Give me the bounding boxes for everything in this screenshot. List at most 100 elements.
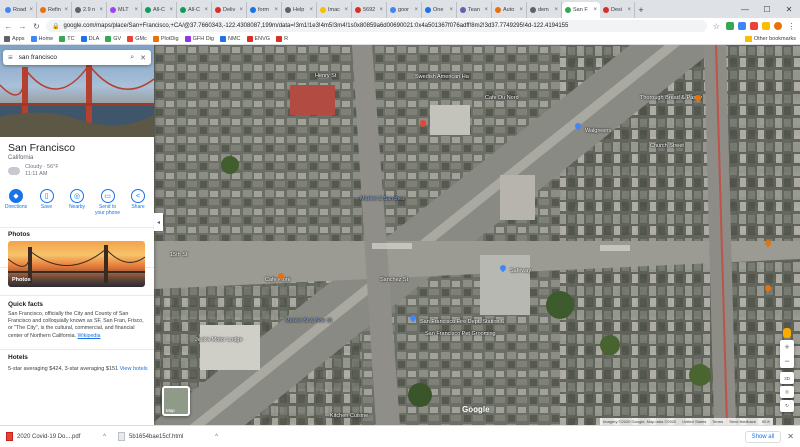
bookmark-item[interactable]: ENVG xyxy=(246,36,270,42)
browser-tab[interactable]: Tean × xyxy=(457,2,492,18)
pegman-icon[interactable] xyxy=(783,328,791,338)
extension-icon[interactable] xyxy=(750,22,758,30)
chevron-up-icon[interactable]: ^ xyxy=(215,434,218,440)
star-icon[interactable]: ☆ xyxy=(712,22,721,31)
map-label[interactable]: Cafe Du Nord xyxy=(485,95,519,101)
address-bar[interactable]: 🔒 google.com/maps/place/San+Francisco,+C… xyxy=(46,20,707,32)
bookmark-item[interactable]: GMc xyxy=(127,36,147,42)
zoom-in-button[interactable]: + xyxy=(784,342,789,352)
tab-close-icon[interactable]: × xyxy=(414,7,418,13)
tab-close-icon[interactable]: × xyxy=(484,7,488,13)
bookmark-item[interactable]: Apps xyxy=(4,36,25,42)
browser-tab[interactable]: 2.9 n × xyxy=(72,2,107,18)
action-directions-button[interactable]: ◆ Directions xyxy=(2,189,30,216)
close-icon[interactable]: ✕ xyxy=(787,432,794,441)
compass-icon[interactable]: ◎ xyxy=(780,386,794,398)
search-input[interactable]: san francisco xyxy=(19,54,125,61)
map-label[interactable]: Safeway xyxy=(510,268,531,274)
reload-icon[interactable]: ↻ xyxy=(32,22,41,31)
download-item[interactable]: 2020 Covid-19 Do....pdf ^ xyxy=(6,432,106,441)
map-label[interactable]: Market St & Noe St xyxy=(285,318,332,324)
tab-close-icon[interactable]: × xyxy=(449,7,453,13)
extension-icon[interactable] xyxy=(738,22,746,30)
map-label[interactable]: Kitchen Cuisine xyxy=(330,413,368,419)
scale-bar[interactable]: 50 ft xyxy=(762,419,770,424)
tab-close-icon[interactable]: × xyxy=(519,7,523,13)
map-label[interactable]: Jack's Motor Lodge xyxy=(195,337,243,343)
tab-close-icon[interactable]: × xyxy=(274,7,278,13)
tab-close-icon[interactable]: × xyxy=(379,7,383,13)
menu-icon[interactable]: ≡ xyxy=(8,53,13,62)
terms-link[interactable]: Terms xyxy=(712,419,723,424)
minimize-icon[interactable]: — xyxy=(734,0,756,18)
tab-close-icon[interactable]: × xyxy=(627,7,631,13)
zoom-out-button[interactable]: − xyxy=(784,356,789,366)
map-label[interactable]: Market & Sanchez xyxy=(360,196,405,202)
action-nearby-button[interactable]: ◎ Nearby xyxy=(63,189,91,216)
download-item[interactable]: 5b1654bae15cf.html ^ xyxy=(118,432,218,441)
rotate-icon[interactable]: ↻ xyxy=(780,400,794,412)
tab-close-icon[interactable]: × xyxy=(169,7,173,13)
tab-close-icon[interactable]: × xyxy=(239,7,243,13)
browser-tab[interactable]: goor × xyxy=(387,2,422,18)
feedback-link[interactable]: Send feedback xyxy=(729,419,756,424)
tilt-3d-button[interactable]: 3D xyxy=(780,372,794,384)
tab-close-icon[interactable]: × xyxy=(29,7,33,13)
collapse-panel-button[interactable]: ◂ xyxy=(154,213,163,231)
view-hotels-link[interactable]: View hotels xyxy=(120,366,148,372)
photo-tile[interactable]: Photos xyxy=(8,241,145,287)
browser-tab[interactable]: 5692 × xyxy=(352,2,387,18)
browser-tab[interactable]: Auto × xyxy=(492,2,527,18)
forward-icon[interactable]: → xyxy=(18,22,27,31)
browser-tab[interactable]: Help × xyxy=(282,2,317,18)
map-label[interactable]: Walgreens xyxy=(585,128,611,134)
country-link[interactable]: United States xyxy=(682,419,706,424)
tab-close-icon[interactable]: × xyxy=(99,7,103,13)
map-label[interactable]: Church Street xyxy=(650,143,684,149)
close-icon[interactable]: ✕ xyxy=(140,54,146,62)
browser-tab[interactable]: Imac × xyxy=(317,2,352,18)
chevron-up-icon[interactable]: ^ xyxy=(103,434,106,440)
bookmark-item[interactable]: TC xyxy=(59,36,75,42)
bookmark-item[interactable]: DLA xyxy=(80,36,99,42)
layer-toggle-button[interactable]: Map xyxy=(162,386,190,416)
bookmark-item[interactable]: NMC xyxy=(219,36,241,42)
browser-tab[interactable]: form × xyxy=(247,2,282,18)
other-bookmarks[interactable]: Other bookmarks xyxy=(744,36,796,42)
show-all-button[interactable]: Show all xyxy=(744,430,782,443)
browser-tab[interactable]: Refin × xyxy=(37,2,72,18)
browser-tab[interactable]: MLT × xyxy=(107,2,142,18)
browser-tab[interactable]: All-C × xyxy=(177,2,212,18)
place-hero-image[interactable]: ≡ san francisco ⌕ ✕ xyxy=(0,45,154,137)
tab-close-icon[interactable]: × xyxy=(344,7,348,13)
browser-tab[interactable]: All-C × xyxy=(142,2,177,18)
menu-icon[interactable]: ⋮ xyxy=(787,22,796,31)
map-label[interactable]: Thorough Bread & Pastry xyxy=(640,95,702,101)
profile-avatar[interactable] xyxy=(774,22,782,30)
bookmark-item[interactable]: GFH Dig xyxy=(184,36,214,42)
close-window-icon[interactable]: ✕ xyxy=(778,0,800,18)
tab-close-icon[interactable]: × xyxy=(309,7,313,13)
browser-tab[interactable]: One × xyxy=(422,2,457,18)
map-label[interactable]: San Francisco Fire Dept. Station 6 xyxy=(420,319,504,325)
tab-close-icon[interactable]: × xyxy=(554,7,558,13)
bookmark-item[interactable]: GV xyxy=(105,36,121,42)
extension-icon[interactable] xyxy=(762,22,770,30)
browser-tab[interactable]: San F × xyxy=(562,2,600,18)
tab-close-icon[interactable]: × xyxy=(134,7,138,13)
browser-tab[interactable]: dem × xyxy=(527,2,562,18)
action-send-to-your-phone-button[interactable]: ▭ Send to your phone xyxy=(94,189,122,216)
tab-close-icon[interactable]: × xyxy=(64,7,68,13)
action-save-button[interactable]: ▯ Save xyxy=(33,189,61,216)
action-share-button[interactable]: < Share xyxy=(124,189,152,216)
browser-tab[interactable]: Road × xyxy=(2,2,37,18)
new-tab-button[interactable]: + xyxy=(635,2,647,18)
wikipedia-link[interactable]: Wikipedia xyxy=(78,333,101,339)
search-icon[interactable]: ⌕ xyxy=(130,54,134,62)
browser-tab[interactable]: Desi × xyxy=(600,2,635,18)
bookmark-item[interactable]: Home xyxy=(30,36,53,42)
extension-icon[interactable] xyxy=(726,22,734,30)
map-label[interactable]: Swedish American Ha xyxy=(415,74,469,80)
maximize-icon[interactable]: ☐ xyxy=(756,0,778,18)
bookmark-item[interactable]: R xyxy=(276,36,288,42)
